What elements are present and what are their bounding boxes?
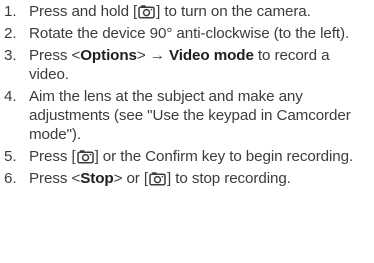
step-text: Aim the lens at the subject and make any… [29,88,351,143]
step-text-segment: Rotate the device 90° anti-clockwise (to… [29,25,350,42]
step-text: Press <Options> → Video mode to record a… [29,47,330,83]
camera-key-icon [138,4,155,19]
bold-menu-term: Video mode [169,47,254,64]
step-item: 4. Aim the lens at the subject and make a… [0,87,374,144]
step-text-segment: ] to stop recording. [167,170,291,187]
step-text-segment: > or [ [113,170,149,187]
instruction-steps-list: 1. Press and hold [ ] to turn on the camer… [0,0,374,188]
step-item: 3. Press <Options> → Video mode to record… [0,46,374,84]
camera-key-icon [149,171,166,186]
step-number: 2. [4,25,17,42]
step-text-segment: Press < [29,170,81,187]
camera-key-icon [76,149,94,164]
step-number: 5. [4,148,17,165]
step-text-segment: Press and hold [ [29,3,138,20]
bold-menu-term: Options [80,47,137,64]
step-text-segment: > → [136,47,169,64]
step-text: Press [ ] or the Confirm key to begin rec… [29,148,353,165]
step-number: 1. [4,3,17,20]
step-text: Rotate the device 90° anti-clockwise (to… [29,25,349,42]
step-item: 1. Press and hold [ ] to turn on the camer… [0,2,374,21]
step-text-segment: ] or the Confirm key to begin recording. [94,148,354,165]
step-item: 2. Rotate the device 90° anti-clockwise (… [0,24,374,43]
step-number: 4. [4,88,17,105]
step-text: Press <Stop> or [ ] to stop recording. [29,170,291,187]
step-text: Press and hold [ ] to turn on the camera. [29,3,311,20]
step-text-segment: Press [ [29,148,76,165]
step-text-segment: Aim the lens at the subject and make any… [29,88,351,143]
step-item: 6. Press <Stop> or [ ] to stop recording. [0,169,374,188]
step-text-segment: ] to turn on the camera. [156,3,311,20]
step-text-segment: Press < [29,47,81,64]
step-number: 6. [4,170,17,187]
step-number: 3. [4,47,17,64]
step-item: 5. Press [ ] or the Confirm key to begin r… [0,147,374,166]
bold-menu-term: Stop [80,170,114,187]
